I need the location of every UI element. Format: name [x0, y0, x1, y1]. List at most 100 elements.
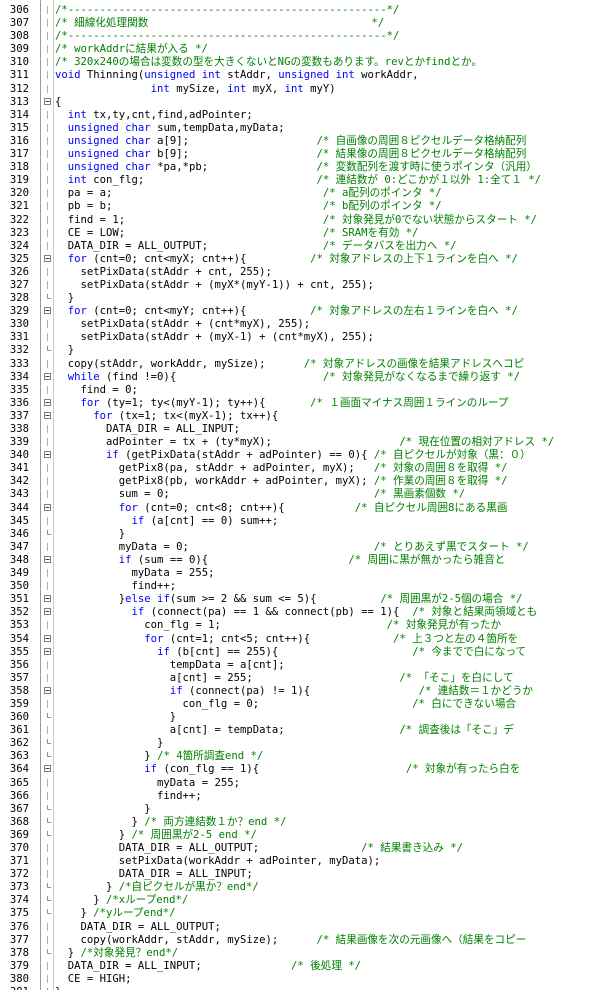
code-line[interactable]: 332 }: [0, 344, 600, 357]
code-line[interactable]: 338 DATA_DIR = ALL_INPUT;: [0, 423, 600, 436]
fold-toggle-icon[interactable]: [44, 765, 51, 773]
code-line[interactable]: 334 while (find !=0){ /* 対象発見がなくなるまで繰り返す…: [0, 371, 600, 384]
fold-toggle-icon[interactable]: [44, 608, 51, 616]
fold-toggle-icon[interactable]: [44, 686, 51, 695]
code-line[interactable]: 307 /* 細線化処理関数 */: [0, 17, 600, 30]
code-line[interactable]: 356 tempData = a[cnt];: [0, 659, 600, 672]
code-line[interactable]: 378 } /*対象発見？end*/: [0, 947, 600, 960]
code-line[interactable]: 308 /*-----------------------------------…: [0, 30, 600, 43]
code-editor[interactable]: 306 /*-----------------------------------…: [0, 0, 600, 990]
code-line[interactable]: 353 con_flg = 1; /* 対象発見が有ったか: [0, 619, 600, 632]
code-line[interactable]: 379 DATA_DIR = ALL_INPUT; /* 後処理 */: [0, 960, 600, 973]
code-line[interactable]: 313 {: [0, 96, 600, 109]
code-line[interactable]: 369 } /* 周囲黒が2-5 end */: [0, 829, 600, 842]
code-line[interactable]: 351 }else if(sum >= 2 && sum <= 5){ /* 周…: [0, 593, 600, 606]
code-line[interactable]: 335 find = 0;: [0, 384, 600, 397]
fold-toggle-icon[interactable]: [44, 503, 51, 512]
code-line[interactable]: 348 if (sum == 0){ /* 周囲に黒が無かったら雑音と: [0, 554, 600, 567]
code-line[interactable]: 323 CE = LOW; /* SRAMを有効 */: [0, 227, 600, 240]
code-line[interactable]: 311 void Thinning(unsigned int stAddr, un…: [0, 69, 600, 82]
code-line[interactable]: 310 /* 320x240の場合は変数の型を大きくないとNGの変数もあります。r…: [0, 56, 600, 69]
code-line[interactable]: 326 setPixData(stAddr + cnt, 255);: [0, 266, 600, 279]
code-line[interactable]: 343 sum = 0; /* 黒画素個数 */: [0, 488, 600, 501]
code-line[interactable]: 365 myData = 255;: [0, 777, 600, 790]
code-line[interactable]: 362 }: [0, 737, 600, 750]
fold-toggle-icon[interactable]: [44, 411, 51, 420]
code-line[interactable]: 349 myData = 255;: [0, 567, 600, 580]
code-line[interactable]: 360 }: [0, 711, 600, 724]
code-line[interactable]: 375 } /*yループend*/: [0, 907, 600, 920]
code-line[interactable]: 321 pb = b; /* b配列のポインタ */: [0, 200, 600, 213]
code-line[interactable]: 345 if (a[cnt] == 0) sum++;: [0, 515, 600, 528]
code-line[interactable]: 376 DATA_DIR = ALL_OUTPUT;: [0, 921, 600, 934]
code-line[interactable]: 373 } /*自ピクセルが黒か？end*/: [0, 881, 600, 894]
code-line[interactable]: 309 /* workAddrに結果が入る */: [0, 43, 600, 56]
code-line[interactable]: 359 con_flg = 0; /* 白にできない場合: [0, 698, 600, 711]
fold-toggle-icon[interactable]: [44, 595, 51, 603]
code-text: /*--------------------------------------…: [55, 4, 399, 17]
code-line[interactable]: 361 a[cnt] = tempData; /* 調査後は「そこ」デ: [0, 724, 600, 737]
code-line[interactable]: 339 adPointer = tx + (ty*myX); /* 現在位置の相…: [0, 436, 600, 449]
code-line[interactable]: 322 find = 1; /* 対象発見が0でない状態からスタート */: [0, 214, 600, 227]
code-line[interactable]: 363 } /* 4箇所調査end */: [0, 750, 600, 763]
fold-toggle-icon[interactable]: [44, 647, 51, 656]
fold-toggle-icon[interactable]: [44, 634, 51, 643]
code-line[interactable]: 368 } /* 両方連結数１か？end */: [0, 816, 600, 829]
code-line[interactable]: 366 find++;: [0, 790, 600, 803]
code-line[interactable]: 364 if (con_flg == 1){ /* 対象が有ったら白を: [0, 763, 600, 776]
code-line[interactable]: 341 getPix8(pa, stAddr + adPointer, myX)…: [0, 462, 600, 475]
code-line[interactable]: 357 a[cnt] = 255; /* 「そこ」を白にして: [0, 672, 600, 685]
code-line[interactable]: 381}: [0, 986, 600, 990]
code-line[interactable]: 327 setPixData(stAddr + (myX*(myY-1)) + …: [0, 279, 600, 292]
code-line[interactable]: 380 CE = HIGH;: [0, 973, 600, 986]
fold-toggle-icon[interactable]: [44, 451, 51, 459]
code-line[interactable]: 336 for (ty=1; ty<(myY-1); ty++){ /* １画面…: [0, 397, 600, 410]
comment-token: /* 上３つと左の４箇所を: [393, 632, 519, 645]
code-line[interactable]: 314 int tx,ty,cnt,find,adPointer;: [0, 109, 600, 122]
code-line[interactable]: 347 myData = 0; /* とりあえず黒でスタート */: [0, 541, 600, 554]
code-line[interactable]: 325 for (cnt=0; cnt<myX; cnt++){ /* 対象アド…: [0, 253, 600, 266]
code-line[interactable]: 316 unsigned char a[9]; /* 自画像の周囲８ピクセルデー…: [0, 135, 600, 148]
code-line[interactable]: 331 setPixData(stAddr + (myX-1) + (cnt*m…: [0, 331, 600, 344]
code-line[interactable]: 330 setPixData(stAddr + (cnt*myX), 255);: [0, 318, 600, 331]
fold-toggle-icon[interactable]: [44, 398, 51, 407]
code-line[interactable]: 319 int con_flg; /* 連結数が 0:どこかが１以外 1:全て１…: [0, 174, 600, 187]
code-line[interactable]: 318 unsigned char *pa,*pb; /* 変数配列を渡す時に使…: [0, 161, 600, 174]
line-number: 363: [9, 750, 29, 763]
code-line[interactable]: 333 copy(stAddr, workAddr, mySize); /* 対…: [0, 358, 600, 371]
code-line[interactable]: 315 unsigned char sum,tempData,myData;: [0, 122, 600, 135]
code-line[interactable]: 342 getPix8(pb, workAddr + adPointer, my…: [0, 475, 600, 488]
code-line[interactable]: 346 }: [0, 528, 600, 541]
code-line[interactable]: 306 /*-----------------------------------…: [0, 4, 600, 17]
code-line[interactable]: 317 unsigned char b[9]; /* 結果像の周囲８ピクセルデー…: [0, 148, 600, 161]
code-line[interactable]: 355 if (b[cnt] == 255){ /* 今までで白になって: [0, 646, 600, 659]
code-line[interactable]: 312 int mySize, int myX, int myY): [0, 83, 600, 96]
code-line[interactable]: 371 setPixData(workAddr + adPointer, myD…: [0, 855, 600, 868]
keyword-token: unsigned int: [144, 69, 221, 82]
code-line[interactable]: 320 pa = a; /* a配列のポインタ */: [0, 187, 600, 200]
code-line[interactable]: 370 DATA_DIR = ALL_OUTPUT; /* 結果書き込み */: [0, 842, 600, 855]
fold-toggle-icon[interactable]: [44, 372, 51, 381]
code-line[interactable]: 324 DATA_DIR = ALL_OUTPUT; /* データバスを出力へ …: [0, 240, 600, 253]
code-line[interactable]: 340 if (getPixData(stAddr + adPointer) =…: [0, 449, 600, 462]
code-line[interactable]: 374 } /*xループend*/: [0, 894, 600, 907]
fold-toggle-icon[interactable]: [44, 307, 51, 315]
code-line[interactable]: 329 for (cnt=0; cnt<myY; cnt++){ /* 対象アド…: [0, 305, 600, 318]
code-line[interactable]: 344 for (cnt=0; cnt<8; cnt++){ /* 自ピクセル周…: [0, 502, 600, 515]
code-area[interactable]: 306 /*-----------------------------------…: [0, 4, 600, 990]
code-line[interactable]: 350 find++;: [0, 580, 600, 593]
code-line[interactable]: 372 DATA_DIR = ALL_INPUT;: [0, 868, 600, 881]
code-line[interactable]: 328 }: [0, 292, 600, 305]
fold-toggle-icon[interactable]: [44, 97, 51, 106]
code-line[interactable]: 377 copy(workAddr, stAddr, mySize); /* 結…: [0, 934, 600, 947]
code-line[interactable]: 337 for (tx=1; tx<(myX-1); tx++){: [0, 410, 600, 423]
fold-toggle-icon[interactable]: [44, 555, 51, 564]
code-line[interactable]: 367 }: [0, 803, 600, 816]
code-text: find++;: [55, 580, 177, 593]
code-line[interactable]: 354 for (cnt=1; cnt<5; cnt++){ /* 上３つと左の…: [0, 633, 600, 646]
line-number: 325: [9, 252, 29, 265]
code-line[interactable]: 358 if (connect(pa) != 1){ /* 連結数＝１かどうか: [0, 685, 600, 698]
fold-toggle-icon[interactable]: [44, 254, 51, 263]
code-line[interactable]: 352 if (connect(pa) == 1 && connect(pb) …: [0, 606, 600, 619]
